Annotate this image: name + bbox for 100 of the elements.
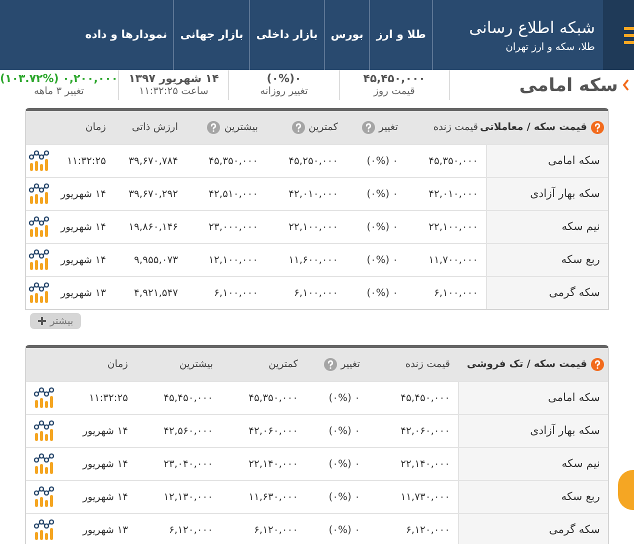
nav-link[interactable]: طلا و ارز	[370, 0, 433, 70]
stat-value: ۴۵,۴۵۰,۰۰۰	[363, 72, 426, 85]
nav-link[interactable]: نمودارها و داده	[79, 0, 174, 70]
table-cell: ۰ (۰%)	[366, 222, 398, 232]
stat-value: ۰(۰%)	[266, 72, 302, 85]
table-cell: ۴۵,۴۵۰,۰۰۰	[400, 392, 450, 404]
column-header: قیمت زنده	[405, 358, 450, 372]
table-cell: ۲۳,۰۰۰,۰۰۰	[208, 222, 258, 232]
nav-link[interactable]: بورس	[324, 0, 370, 70]
table-title: قیمت سکه / معاملاتی	[480, 121, 587, 135]
chart-icon[interactable]	[28, 249, 50, 271]
table-cell: ۱۴ شهریور	[60, 222, 106, 232]
table-cell: ۰ (۰%)	[328, 524, 360, 536]
table-cell: ۶,۱۲۰,۰۰۰	[254, 524, 298, 536]
coin-name: سکه بهار آزادی	[530, 186, 600, 202]
table-cell: ۱۱,۷۰۰,۰۰۰	[428, 254, 478, 266]
table-cell: ۲۳,۰۴۰,۰۰۰	[164, 458, 213, 470]
table-cell: ۱۴ شهریور	[82, 458, 128, 470]
table-cell: ۱۱,۶۳۰,۰۰۰	[248, 492, 298, 502]
coin-name: سکه امامی	[548, 390, 600, 406]
chart-icon[interactable]	[32, 519, 54, 541]
table-cell: ۴,۹۲۱,۵۴۷	[134, 288, 178, 298]
table-cell: ۱۹,۸۶۰,۱۴۶	[128, 222, 178, 232]
table-cell: ۱۱,۷۳۰,۰۰۰	[400, 492, 450, 502]
table-cell: ۶,۱۲۰,۰۰۰	[169, 524, 213, 536]
chart-icon[interactable]	[32, 486, 54, 508]
chart-icon[interactable]	[28, 150, 50, 172]
column-header: ارزش ذاتی	[132, 121, 178, 135]
table-title: قیمت سکه / تک فروشی	[466, 358, 587, 372]
table-cell: ۹,۹۵۵,۰۷۳	[134, 254, 178, 266]
table-cell: ۱۳ شهریور	[82, 524, 128, 536]
column-header: قیمت زنده	[433, 121, 478, 135]
table-cell: ۶,۱۲۰,۰۰۰	[406, 524, 450, 536]
table-cell: ۱۴ شهریور	[82, 492, 128, 502]
table-cell: ۶,۱۰۰,۰۰۰	[294, 288, 338, 298]
table-cell: ۶,۱۰۰,۰۰۰	[214, 288, 258, 298]
table-cell: ۲۲,۱۴۰,۰۰۰	[400, 458, 450, 470]
table-cell: ۳۹,۶۷۰,۷۸۴	[128, 156, 178, 166]
nav-link[interactable]: بازار جهانی	[174, 0, 250, 70]
chart-icon[interactable]	[32, 420, 54, 442]
table-cell: ۲۲,۱۰۰,۰۰۰	[288, 222, 338, 232]
chart-icon[interactable]	[32, 387, 54, 409]
coin-name: نیم سکه	[562, 218, 600, 235]
chart-icon[interactable]	[32, 453, 54, 475]
table-cell: ۴۵,۴۵۰,۰۰۰	[164, 392, 213, 404]
table-cell: ۴۲,۰۱۰,۰۰۰	[288, 188, 338, 200]
chart-icon[interactable]	[28, 216, 50, 238]
help-icon[interactable]	[591, 121, 604, 134]
table-cell: ۴۵,۳۵۰,۰۰۰	[428, 156, 478, 166]
table-cell: ۲۲,۱۰۰,۰۰۰	[428, 222, 478, 232]
stat-label: تغییر روزانه	[260, 85, 308, 98]
menu-icon[interactable]	[624, 25, 634, 45]
coin-name: سکه گرمی	[548, 522, 600, 538]
table-cell: ۱۲,۱۳۰,۰۰۰	[164, 492, 213, 502]
table-cell: ۶,۱۰۰,۰۰۰	[434, 288, 478, 298]
nav-link[interactable]: بازار داخلی	[250, 0, 325, 70]
table-cell: ۲۲,۱۴۰,۰۰۰	[248, 458, 298, 470]
column-header: بیشترین	[179, 358, 213, 372]
site-subtitle: طلا، سکه و ارز تهران	[504, 40, 595, 54]
coin-name: ربع سکه	[561, 252, 600, 268]
column-header: بیشترین	[224, 121, 258, 135]
table-cell: ۱۴ شهریور	[60, 188, 106, 200]
table-cell: ۱۴ شهریور	[82, 426, 128, 436]
table-cell: ۰ (۰%)	[328, 426, 360, 436]
table-cell: ۴۲,۰۶۰,۰۰۰	[248, 426, 298, 436]
table-cell: ۰ (۰%)	[366, 156, 398, 166]
table-cell: ۰ (۰%)	[328, 458, 360, 470]
help-icon[interactable]	[591, 358, 604, 371]
plus-icon	[38, 317, 46, 325]
coin-name: ربع سکه	[561, 488, 600, 505]
table-cell: ۴۵,۲۵۰,۰۰۰	[288, 156, 338, 166]
table-cell: ۱۳ شهریور	[60, 288, 106, 298]
table-cell: ۱۱:۳۲:۲۵	[89, 392, 128, 404]
chart-icon[interactable]	[28, 282, 50, 304]
table-cell: ۱۲,۱۰۰,۰۰۰	[208, 254, 258, 266]
stat-value: ۰,۲۰۰,۰۰۰ (۱۰۳.۷۲%)	[0, 72, 118, 85]
stat-label: قیمت روز	[374, 85, 415, 98]
table-cell: ۱۱:۳۲:۲۵	[67, 156, 106, 166]
column-header: تغییر	[378, 121, 398, 135]
page-title: سکه امامی	[519, 74, 618, 98]
table-cell: ۱۱,۶۰۰,۰۰۰	[288, 254, 338, 266]
table-cell: ۰ (۰%)	[328, 392, 360, 404]
chart-icon[interactable]	[28, 183, 50, 205]
table-cell: ۰ (۰%)	[366, 288, 398, 298]
column-header: زمان	[107, 358, 128, 372]
table-cell: ۳۹,۶۷۰,۲۹۲	[128, 188, 178, 200]
table-cell: ۰ (۰%)	[328, 492, 360, 502]
coin-name: سکه گرمی	[548, 284, 600, 301]
table-cell: ۱۴ شهریور	[60, 254, 106, 266]
table-cell: ۴۲,۵۱۰,۰۰۰	[208, 188, 258, 200]
column-header: تغییر	[340, 358, 360, 372]
table-cell: ۴۲,۰۶۰,۰۰۰	[400, 426, 450, 436]
column-header: زمان	[85, 121, 106, 135]
column-header: کمترین	[308, 121, 338, 135]
table-cell: ۴۲,۰۱۰,۰۰۰	[428, 188, 478, 200]
table-cell: ۰ (۰%)	[366, 254, 398, 266]
coin-name: نیم سکه	[562, 456, 600, 472]
coin-name: سکه امامی	[548, 152, 600, 169]
stat-label: ساعت ۱۱:۳۲:۲۵	[139, 85, 208, 98]
stat-label: تغییر ۳ ماهه	[34, 85, 84, 98]
